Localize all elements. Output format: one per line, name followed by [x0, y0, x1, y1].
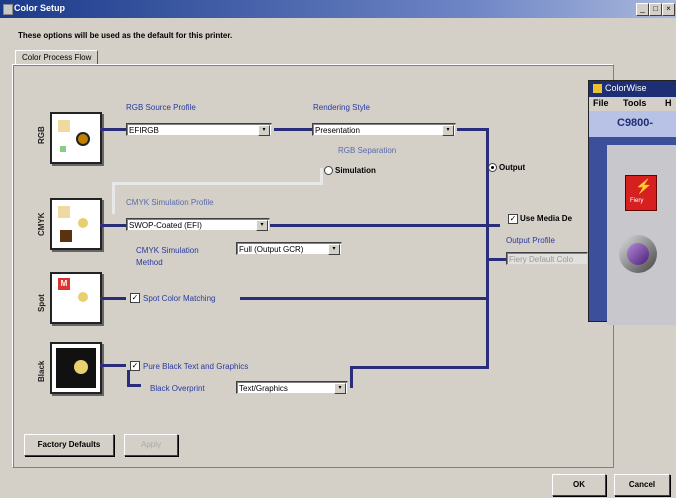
rgb-separation-label: RGB Separation [338, 146, 397, 155]
factory-defaults-button[interactable]: Factory Defaults [24, 434, 114, 456]
disabled-flow-line [112, 182, 115, 214]
rgb-row-icon [50, 112, 102, 164]
cmyk-row-label: CMYK [37, 212, 46, 236]
magnifier-icon [76, 132, 90, 146]
cmyk-simulation-profile-label: CMYK Simulation Profile [126, 198, 214, 207]
cmyk-simulation-method-value: Full (Output GCR) [239, 245, 304, 254]
black-magnifier-icon [74, 360, 88, 374]
color-dot-icon [60, 146, 66, 152]
flow-line [240, 297, 488, 300]
rendering-style-select[interactable]: Presentation ▾ [312, 123, 456, 136]
intro-text: These options will be used as the defaul… [18, 31, 233, 40]
flow-line [127, 384, 141, 387]
title-bar: Color Setup _ □ × [0, 0, 676, 18]
use-media-defined-checkbox[interactable]: ✓ [508, 214, 518, 224]
calibration-dial-icon[interactable] [619, 235, 657, 273]
black-overprint-label: Black Overprint [150, 384, 205, 393]
black-row-label: Black [37, 360, 46, 382]
rgb-row-label: RGB [37, 126, 46, 144]
spot-row-icon: M [50, 272, 102, 324]
rendering-style-label: Rendering Style [313, 103, 370, 112]
flow-line [100, 128, 126, 131]
cmyk-row-icon [50, 198, 102, 250]
rgb-swatch-icon [58, 120, 70, 132]
minimize-button[interactable]: _ [636, 3, 649, 16]
menu-file[interactable]: File [593, 98, 609, 108]
cmyk-simulation-method-label: CMYK Simulation [136, 246, 199, 255]
spot-row-label: Spot [37, 294, 46, 312]
output-profile-select[interactable]: Fiery Default Colo [506, 252, 588, 265]
spot-magnifier-icon [78, 292, 88, 302]
use-media-defined-label: Use Media De [520, 214, 573, 223]
menu-tools[interactable]: Tools [623, 98, 646, 108]
rgb-source-profile-label: RGB Source Profile [126, 103, 196, 112]
output-profile-value: Fiery Default Colo [509, 255, 574, 264]
cmyk-simulation-method-select[interactable]: Full (Output GCR) ▾ [236, 242, 342, 255]
pure-black-label: Pure Black Text and Graphics [143, 362, 249, 371]
colorwise-app-icon [593, 84, 602, 93]
rendering-style-value: Presentation [315, 126, 360, 135]
flow-line [274, 128, 312, 131]
flow-line [100, 224, 126, 227]
rgb-separation-simulation-label: Simulation [335, 166, 376, 175]
flow-line [457, 128, 489, 131]
flow-line [350, 366, 353, 388]
rgb-source-profile-value: EFIRGB [129, 126, 159, 135]
app-icon [3, 4, 13, 15]
chevron-down-icon: ▾ [328, 244, 340, 255]
device-name: C9800- [617, 117, 654, 129]
color-setup-window: Color Setup _ □ × These options will be … [0, 0, 676, 498]
ok-button[interactable]: OK [552, 474, 606, 496]
flow-line [350, 366, 489, 369]
rgb-separation-output-radio[interactable] [488, 163, 497, 172]
flow-line [270, 224, 500, 227]
cmyk-block-icon [60, 230, 72, 242]
chevron-down-icon: ▾ [442, 125, 454, 136]
dial-knob-icon [627, 243, 649, 265]
chevron-down-icon: ▾ [256, 220, 268, 231]
tab-color-process-flow[interactable]: Color Process Flow [15, 50, 99, 65]
window-title: Color Setup [14, 3, 65, 13]
black-row-icon [50, 342, 102, 394]
fiery-button[interactable]: ⚡ Fiery [625, 175, 657, 211]
colorwise-title-bar: ColorWise [589, 81, 676, 97]
chevron-down-icon: ▾ [334, 383, 346, 394]
menu-h[interactable]: H [665, 98, 672, 108]
flame-icon: ⚡ [635, 178, 653, 194]
cmyk-simulation-profile-select[interactable]: SWOP-Coated (EFI) ▾ [126, 218, 270, 231]
cmyk-magnifier-icon [78, 218, 88, 228]
spot-color-matching-label: Spot Color Matching [143, 294, 216, 303]
chevron-down-icon: ▾ [258, 125, 270, 136]
colorwise-device-header: C9800- [589, 111, 676, 137]
rgb-source-profile-select[interactable]: EFIRGB ▾ [126, 123, 272, 136]
cmyk-simulation-method-label-2: Method [136, 258, 163, 267]
close-button[interactable]: × [662, 3, 675, 16]
black-overprint-select[interactable]: Text/Graphics ▾ [236, 381, 348, 394]
maximize-button[interactable]: □ [649, 3, 662, 16]
spot-color-matching-checkbox[interactable]: ✓ [130, 293, 140, 303]
cmyk-simulation-profile-value: SWOP-Coated (EFI) [129, 221, 202, 230]
colorwise-body: ⚡ Fiery [607, 145, 676, 325]
cmyk-swatch-icon [58, 206, 70, 218]
flow-line [100, 297, 126, 300]
apply-button[interactable]: Apply [124, 434, 178, 456]
output-profile-label: Output Profile [506, 236, 555, 245]
rgb-separation-output-label: Output [499, 163, 526, 172]
cancel-button[interactable]: Cancel [614, 474, 670, 496]
colorwise-menu-bar: File Tools H [589, 97, 676, 111]
flow-line [100, 364, 126, 367]
spot-m-icon: M [58, 278, 70, 290]
pure-black-checkbox[interactable]: ✓ [130, 361, 140, 371]
colorwise-window: ColorWise File Tools H C9800- ⚡ Fiery [588, 80, 676, 325]
disabled-flow-line [112, 182, 323, 185]
black-overprint-value: Text/Graphics [239, 384, 288, 393]
colorwise-title: ColorWise [605, 83, 647, 93]
rgb-separation-simulation-radio[interactable] [324, 166, 333, 175]
fiery-label: Fiery [630, 198, 644, 204]
